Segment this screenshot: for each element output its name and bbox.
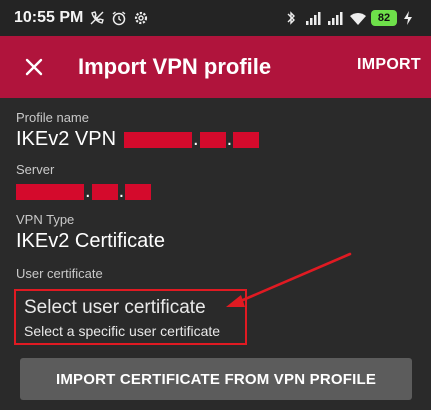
- separator-dot: .: [118, 180, 125, 202]
- import-form: Profile name IKEv2 VPN . . Server . . VP…: [0, 98, 431, 410]
- vpn-type-value[interactable]: IKEv2 Certificate: [16, 230, 165, 253]
- redacted-text: [233, 131, 260, 148]
- redacted-text: [199, 131, 226, 148]
- page-title: Import VPN profile: [78, 54, 272, 79]
- close-icon: [25, 58, 43, 76]
- separator-dot: .: [193, 128, 199, 150]
- bluetooth-icon: [283, 10, 299, 26]
- user-cert-label: User certificate: [16, 266, 103, 281]
- separator-dot: .: [85, 180, 91, 202]
- status-time: 10:55 PM: [14, 9, 84, 26]
- wifi-icon: [349, 10, 366, 26]
- redacted-text: [91, 183, 118, 200]
- charging-icon: [403, 10, 419, 26]
- signal-icon: [327, 10, 343, 26]
- server-label: Server: [16, 162, 55, 177]
- vpn-type-label: VPN Type: [16, 212, 75, 227]
- profile-name-value: IKEv2 VPN: [16, 128, 117, 150]
- import-action-button[interactable]: IMPORT: [357, 56, 421, 74]
- profile-name-field[interactable]: IKEv2 VPN . .: [16, 128, 260, 151]
- alarm-icon: [111, 10, 127, 26]
- status-left: 10:55 PM: [14, 9, 149, 27]
- redacted-text: [124, 131, 193, 148]
- close-button[interactable]: [12, 45, 56, 89]
- blocked-call-icon: [89, 10, 105, 26]
- app-bar: Import VPN profile IMPORT: [0, 36, 431, 98]
- profile-name-label: Profile name: [16, 110, 89, 125]
- settings-icon: [133, 10, 149, 26]
- separator-dot: .: [226, 128, 233, 150]
- redacted-text: [16, 183, 84, 200]
- signal-icon: [305, 10, 321, 26]
- battery-icon: 82: [371, 10, 397, 26]
- import-certificate-button[interactable]: IMPORT CERTIFICATE FROM VPN PROFILE: [20, 358, 412, 400]
- select-cert-subtitle: Select a specific user certificate: [24, 323, 221, 339]
- server-field[interactable]: . .: [16, 180, 152, 203]
- select-cert-title: Select user certificate: [24, 297, 206, 318]
- redacted-text: [125, 183, 152, 200]
- status-right: 82: [283, 10, 419, 26]
- select-user-certificate[interactable]: Select user certificate Select a specifi…: [14, 289, 247, 345]
- status-bar: 10:55 PM 82: [0, 0, 431, 36]
